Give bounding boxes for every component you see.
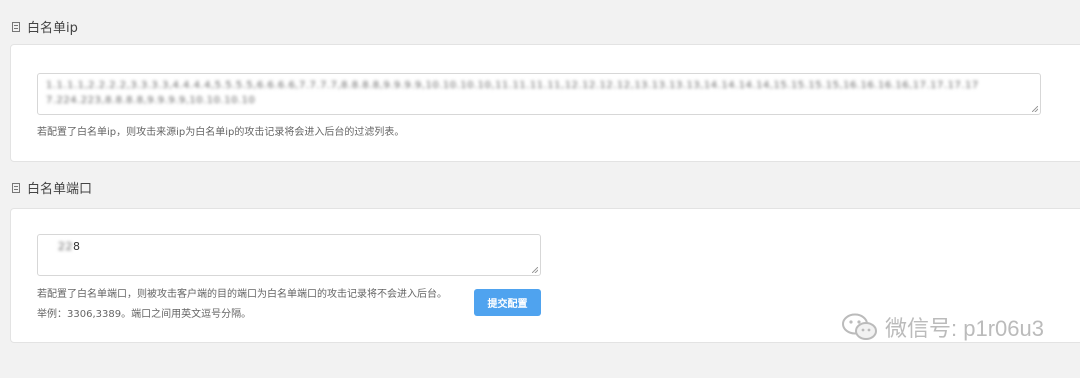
- whitelist-port-textarea[interactable]: 228: [37, 234, 541, 276]
- section-title-text: 白名单ip: [27, 21, 78, 36]
- whitelist-ip-panel: 1.1.1.1,2.2.2.2,3.3.3.3,4.4.4.4,5.5.5.5,…: [10, 44, 1080, 162]
- whitelist-ip-value-line1: 1.1.1.1,2.2.2.2,3.3.3.3,4.4.4.4,5.5.5.5,…: [46, 80, 979, 91]
- section-title-whitelist-ip: 白名单ip: [12, 17, 78, 36]
- watermark-text: 微信号: p1r06u3: [885, 316, 1044, 341]
- wechat-icon: [842, 313, 878, 340]
- submit-config-button[interactable]: 提交配置: [474, 289, 541, 316]
- whitelist-port-example: 举例：3306,3389。端口之间用英文逗号分隔。: [37, 309, 252, 320]
- document-icon: [12, 21, 20, 32]
- resize-grip-icon[interactable]: [1032, 106, 1038, 112]
- whitelist-port-value-suffix: 8: [73, 240, 80, 253]
- whitelist-port-help: 若配置了白名单端口，则被攻击客户端的目的端口为白名单端口的攻击记录将不会进入后台…: [37, 289, 447, 300]
- document-icon: [12, 182, 20, 193]
- whitelist-ip-value-line2: 7.224.223,8.8.8.8,9.9.9.9,10.10.10.10: [46, 95, 256, 106]
- whitelist-port-value-prefix: 22: [58, 240, 73, 253]
- whitelist-ip-help: 若配置了白名单ip，则攻击来源ip为白名单ip的攻击记录将会进入后台的过滤列表。: [37, 127, 405, 138]
- whitelist-ip-textarea[interactable]: 1.1.1.1,2.2.2.2,3.3.3.3,4.4.4.4,5.5.5.5,…: [37, 73, 1041, 115]
- wechat-watermark: 微信号: p1r06u3: [841, 311, 1044, 343]
- resize-grip-icon[interactable]: [532, 267, 538, 273]
- section-title-text: 白名单端口: [27, 182, 93, 197]
- section-title-whitelist-port: 白名单端口: [12, 178, 92, 197]
